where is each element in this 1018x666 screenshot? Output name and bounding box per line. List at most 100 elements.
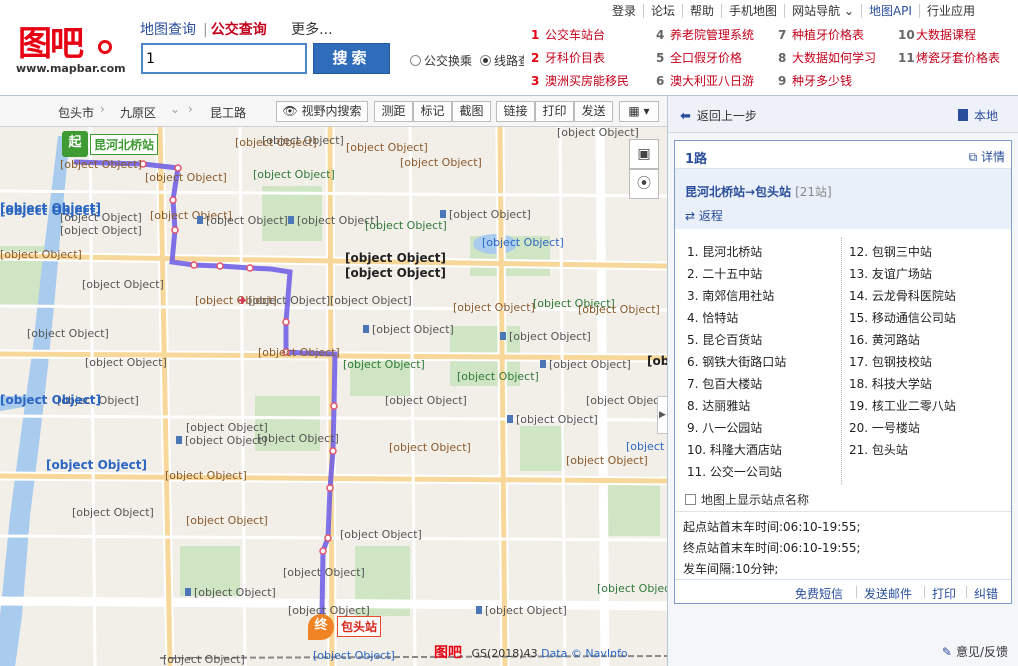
traffic-light-icon[interactable]: ⦿ xyxy=(629,169,659,199)
stop-item[interactable]: 19. 核工业二零八站 xyxy=(849,397,956,414)
stop-item[interactable]: 1. 昆河北桥站 xyxy=(687,243,762,260)
map-footer: 图吧 GS(2018)43 Data © NavInfo xyxy=(434,642,628,662)
tab-bus-search[interactable]: 公交查询 xyxy=(211,22,267,38)
mapbar-logo[interactable]: 图吧 www.mapbar.com xyxy=(14,16,126,78)
breadcrumb-city[interactable]: 包头市 xyxy=(58,104,94,121)
tab-map-search[interactable]: 地图查询 xyxy=(140,22,196,38)
street-view-icon[interactable]: ▣ xyxy=(629,139,659,169)
stop-item[interactable]: 8. 达丽雅站 xyxy=(687,397,750,414)
report-error-link[interactable]: 纠错 xyxy=(974,585,998,602)
stop-item[interactable]: 3. 南郊信用社站 xyxy=(687,287,774,304)
mode-line-option[interactable]: 线路查 xyxy=(480,54,524,68)
route-direction[interactable]: 昆河北桥站→包头站 [21站] xyxy=(685,183,832,200)
hot-item[interactable]: 4 养老院管理系统 xyxy=(656,26,754,43)
hot-item[interactable]: 8 大数据如何学习 xyxy=(778,49,876,66)
checkbox-icon xyxy=(685,494,696,505)
mobile-map-link[interactable]: 手机地图 xyxy=(722,4,786,18)
stop-item[interactable]: 4. 恰特站 xyxy=(687,309,738,326)
stop-item[interactable]: 20. 一号楼站 xyxy=(849,419,920,436)
measure-button[interactable]: 测距 xyxy=(374,101,413,122)
stop-item[interactable]: 17. 包钢技校站 xyxy=(849,353,932,370)
search-button[interactable]: 搜索 xyxy=(313,43,390,74)
panel-collapse-handle[interactable]: ▶ xyxy=(657,396,667,434)
breadcrumb-road[interactable]: 昆工路 xyxy=(210,104,246,121)
departure-interval: 发车间隔:10分钟; xyxy=(683,562,779,576)
feedback-link[interactable]: ✎ 意见/反馈 xyxy=(942,643,1008,660)
site-nav-dropdown[interactable]: 网站导航 ⌄ xyxy=(785,4,862,18)
print-link[interactable]: 打印 xyxy=(932,585,956,602)
map-label: [object Object] xyxy=(345,251,446,265)
industry-link[interactable]: 行业应用 xyxy=(920,4,982,18)
stop-item[interactable]: 13. 友谊广场站 xyxy=(849,265,932,282)
stop-item[interactable]: 18. 科技大学站 xyxy=(849,375,932,392)
stop-item[interactable]: 10. 科隆大酒店站 xyxy=(687,441,782,458)
map-label: [object Object] xyxy=(647,354,667,368)
hot-item[interactable]: 5 全口假牙价格 xyxy=(656,49,742,66)
stop-item[interactable]: 15. 移动通信公司站 xyxy=(849,309,956,326)
map-label: [object Object] xyxy=(60,158,142,171)
search-input[interactable] xyxy=(141,43,307,74)
stop-item[interactable]: 16. 黄河路站 xyxy=(849,331,920,348)
hot-item[interactable]: 2 牙科价目表 xyxy=(531,49,605,66)
map-label: [object Object] xyxy=(197,214,288,227)
map-api-link[interactable]: 地图API xyxy=(862,4,920,18)
local-button[interactable]: 本地 xyxy=(957,107,998,124)
view-search-button[interactable]: 👁 视野内搜索 xyxy=(276,101,368,122)
hot-item[interactable]: 1 公交车站台 xyxy=(531,26,605,43)
map-label: [object Object] xyxy=(346,141,428,154)
hot-item[interactable]: 7 种植牙价格表 xyxy=(778,26,864,43)
print-button[interactable]: 打印 xyxy=(535,101,574,122)
end-marker-icon[interactable]: 终 xyxy=(308,614,334,640)
map-label: [object Object] xyxy=(165,469,247,482)
map-label: [object Object] xyxy=(340,528,422,541)
start-station-label[interactable]: 昆河北桥站 xyxy=(90,134,159,155)
screenshot-button[interactable]: 截图 xyxy=(452,101,491,122)
route-info: 起点站首末车时间:06:10-19:55; 终点站首末车时间:06:10-19:… xyxy=(675,511,1011,579)
help-link[interactable]: 帮助 xyxy=(683,4,723,18)
stop-item[interactable]: 12. 包钢三中站 xyxy=(849,243,932,260)
map-canvas[interactable]: [object Object] [object Object] [object … xyxy=(0,95,667,666)
map-label: [object Object] xyxy=(0,204,101,218)
more-link[interactable]: 更多... xyxy=(291,22,332,38)
stop-item[interactable]: 11. 公交一公司站 xyxy=(687,463,782,480)
stop-item[interactable]: 6. 钢铁大街路口站 xyxy=(687,353,786,370)
external-link-icon: ⧉ xyxy=(968,150,978,164)
map-label: [object Object] xyxy=(176,434,267,447)
map-label: [object Object] xyxy=(82,278,164,291)
mark-button[interactable]: 标记 xyxy=(413,101,452,122)
stop-item[interactable]: 14. 云龙骨科医院站 xyxy=(849,287,956,304)
hot-item[interactable]: 10大数据课程 xyxy=(898,26,976,43)
map-label: [object Object] xyxy=(330,294,412,307)
stop-item[interactable]: 5. 昆仑百货站 xyxy=(687,331,762,348)
login-link[interactable]: 登录 xyxy=(605,4,645,18)
send-button[interactable]: 发送 xyxy=(574,101,613,122)
free-sms-link[interactable]: 免费短信 xyxy=(795,585,843,602)
map-label: [object Object] xyxy=(363,323,454,336)
map-label: [object Object] xyxy=(313,649,395,662)
route-detail-link[interactable]: ⧉ 详情 xyxy=(969,148,1005,165)
hot-item[interactable]: 11烤瓷牙套价格表 xyxy=(898,49,1000,66)
end-station-label[interactable]: 包头站 xyxy=(337,616,382,637)
show-stop-names-checkbox[interactable]: 地图上显示站点名称 xyxy=(685,491,809,508)
map-label: [object Object] xyxy=(27,327,109,340)
stop-item[interactable]: 21. 包头站 xyxy=(849,441,908,458)
layout-toggle-button[interactable]: ▦ ▾ xyxy=(619,101,659,122)
start-marker-icon[interactable]: 起 xyxy=(62,131,88,157)
stop-item[interactable]: 9. 八一公园站 xyxy=(687,419,762,436)
forum-link[interactable]: 论坛 xyxy=(644,4,684,18)
send-email-link[interactable]: 发送邮件 xyxy=(864,585,912,602)
map-label: [object Object] xyxy=(343,358,425,371)
data-credit[interactable]: Data © NavInfo xyxy=(541,647,628,660)
stop-item[interactable]: 2. 二十五中站 xyxy=(687,265,762,282)
mode-transfer-option[interactable]: 公交换乘 xyxy=(410,54,472,68)
hot-item[interactable]: 3 澳洲买房能移民 xyxy=(531,72,629,89)
return-route-link[interactable]: ⇄ 返程 xyxy=(685,207,723,224)
action-separator xyxy=(856,586,857,598)
back-button[interactable]: ⬅ 返回上一步 xyxy=(680,107,757,124)
action-separator xyxy=(966,586,967,598)
breadcrumb-district[interactable]: 九原区 xyxy=(120,104,156,121)
stop-item[interactable]: 7. 包百大楼站 xyxy=(687,375,762,392)
hot-item[interactable]: 6 澳大利亚八日游 xyxy=(656,72,754,89)
hot-item[interactable]: 9 种牙多少钱 xyxy=(778,72,852,89)
link-button[interactable]: 链接 xyxy=(496,101,535,122)
